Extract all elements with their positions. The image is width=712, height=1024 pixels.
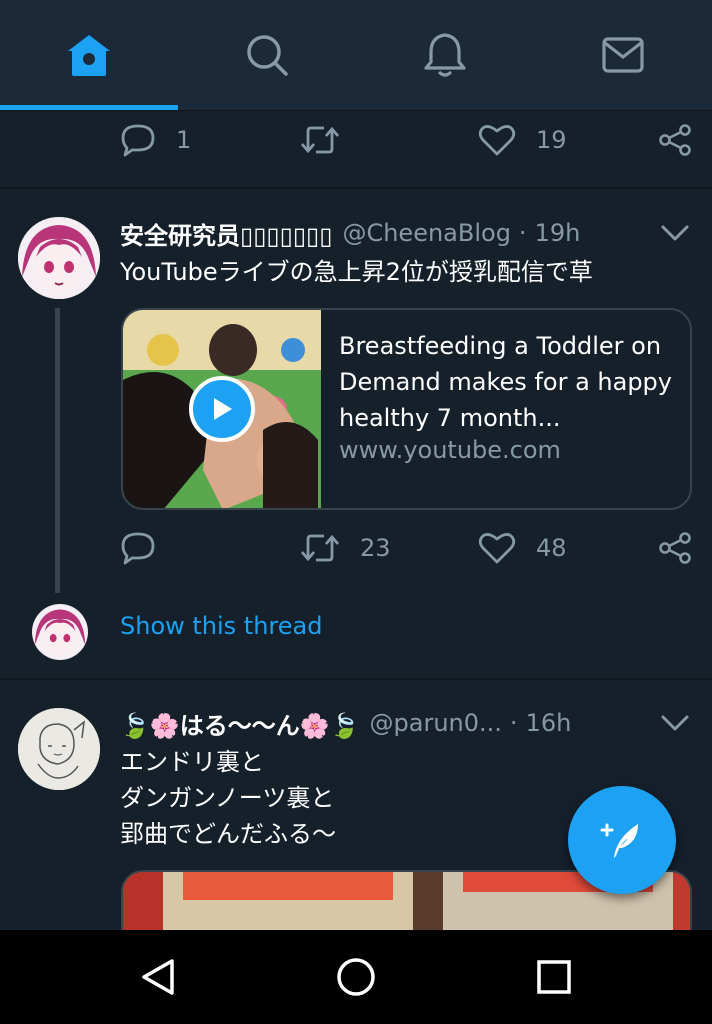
tweet-time: 19h bbox=[534, 219, 581, 247]
divider bbox=[0, 678, 712, 680]
card-title-line: Breastfeeding a Toddler on bbox=[339, 332, 662, 360]
card-title-line: healthy 7 month... bbox=[339, 404, 561, 432]
tweet-text-line: ダンガンノーツ裏と bbox=[120, 784, 335, 812]
tweet-actions: 23 48 bbox=[120, 523, 692, 573]
recents-button[interactable] bbox=[494, 930, 614, 1024]
avatar[interactable] bbox=[18, 217, 100, 299]
retweet-count: 23 bbox=[360, 534, 391, 562]
retweet-icon bbox=[300, 126, 340, 154]
user-handle[interactable]: @CheenaBlog bbox=[342, 219, 510, 247]
tweet-text-line: エンドリ裏と bbox=[120, 748, 264, 776]
reply-icon bbox=[121, 532, 155, 565]
reply-button[interactable]: 1 bbox=[120, 115, 191, 165]
recents-square-icon bbox=[537, 960, 571, 994]
separator-dot: · bbox=[518, 219, 527, 247]
compose-tweet-button[interactable] bbox=[568, 786, 676, 894]
mail-icon bbox=[602, 37, 644, 73]
share-icon bbox=[659, 532, 691, 564]
top-tab-bar bbox=[0, 0, 712, 111]
user-handle[interactable]: @parun0... bbox=[370, 709, 502, 737]
heart-icon bbox=[478, 125, 516, 156]
active-tab-indicator bbox=[0, 105, 178, 110]
back-button[interactable] bbox=[98, 930, 218, 1024]
prev-tweet-actions: 1 19 bbox=[120, 115, 692, 165]
retweet-button[interactable] bbox=[300, 115, 340, 165]
home-button[interactable] bbox=[296, 930, 416, 1024]
display-name[interactable]: 安全研究员▯▯▯▯▯▯▯ bbox=[120, 216, 332, 251]
reply-count: 1 bbox=[176, 126, 192, 154]
thread-avatar[interactable] bbox=[32, 604, 88, 660]
search-icon bbox=[247, 35, 288, 76]
play-icon bbox=[214, 398, 232, 420]
share-button[interactable] bbox=[658, 523, 692, 573]
share-button[interactable] bbox=[658, 115, 692, 165]
home-icon bbox=[68, 35, 110, 76]
chevron-down-icon[interactable] bbox=[660, 708, 690, 738]
like-button[interactable]: 19 bbox=[478, 115, 567, 165]
tweet-header: 安全研究员▯▯▯▯▯▯▯ @CheenaBlog · 19h bbox=[120, 213, 660, 253]
like-count: 48 bbox=[536, 534, 567, 562]
tab-notifications[interactable] bbox=[356, 0, 534, 110]
retweet-button[interactable]: 23 bbox=[300, 523, 391, 573]
separator-dot: · bbox=[509, 709, 518, 737]
back-triangle-icon bbox=[142, 959, 174, 995]
card-title: Breastfeeding a Toddler on Demand makes … bbox=[339, 328, 684, 436]
tweet-time: 16h bbox=[525, 709, 572, 737]
tweet-header: 🍃🌸はる〜〜ん🌸🍃 @parun0... · 16h bbox=[120, 703, 660, 743]
tweet-text: YouTubeライブの急上昇2位が授乳配信で草 bbox=[120, 258, 593, 286]
like-button[interactable]: 48 bbox=[478, 523, 567, 573]
tab-messages[interactable] bbox=[534, 0, 712, 110]
thread-line bbox=[55, 308, 60, 593]
heart-icon bbox=[478, 533, 516, 564]
reply-button[interactable] bbox=[120, 523, 156, 573]
video-thumbnail[interactable] bbox=[123, 310, 321, 508]
like-count: 19 bbox=[536, 126, 567, 154]
divider bbox=[0, 187, 712, 189]
link-card[interactable]: Breastfeeding a Toddler on Demand makes … bbox=[121, 308, 692, 510]
bell-icon bbox=[424, 33, 466, 77]
card-title-line: Demand makes for a happy bbox=[339, 368, 672, 396]
share-icon bbox=[659, 124, 691, 156]
avatar[interactable] bbox=[18, 708, 100, 790]
display-name[interactable]: 🍃🌸はる〜〜ん🌸🍃 bbox=[120, 706, 360, 741]
show-thread-link[interactable]: Show this thread bbox=[120, 612, 322, 640]
tab-home[interactable] bbox=[0, 0, 178, 110]
tweet-text-line: 郢曲でどんだふる〜 bbox=[120, 820, 336, 848]
tab-search[interactable] bbox=[178, 0, 356, 110]
sketch-avatar-image bbox=[18, 708, 100, 790]
card-url: www.youtube.com bbox=[339, 436, 561, 464]
anime-avatar-image bbox=[32, 604, 88, 660]
play-button[interactable] bbox=[189, 376, 255, 442]
reply-icon bbox=[121, 124, 155, 157]
chevron-down-icon[interactable] bbox=[660, 218, 690, 248]
tweet-text: エンドリ裏と ダンガンノーツ裏と 郢曲でどんだふる〜 bbox=[120, 744, 336, 852]
home-circle-icon bbox=[337, 958, 375, 996]
compose-tweet-icon bbox=[600, 823, 638, 858]
anime-avatar-image bbox=[18, 217, 100, 299]
system-nav-bar bbox=[0, 930, 712, 1024]
retweet-icon bbox=[300, 534, 340, 562]
